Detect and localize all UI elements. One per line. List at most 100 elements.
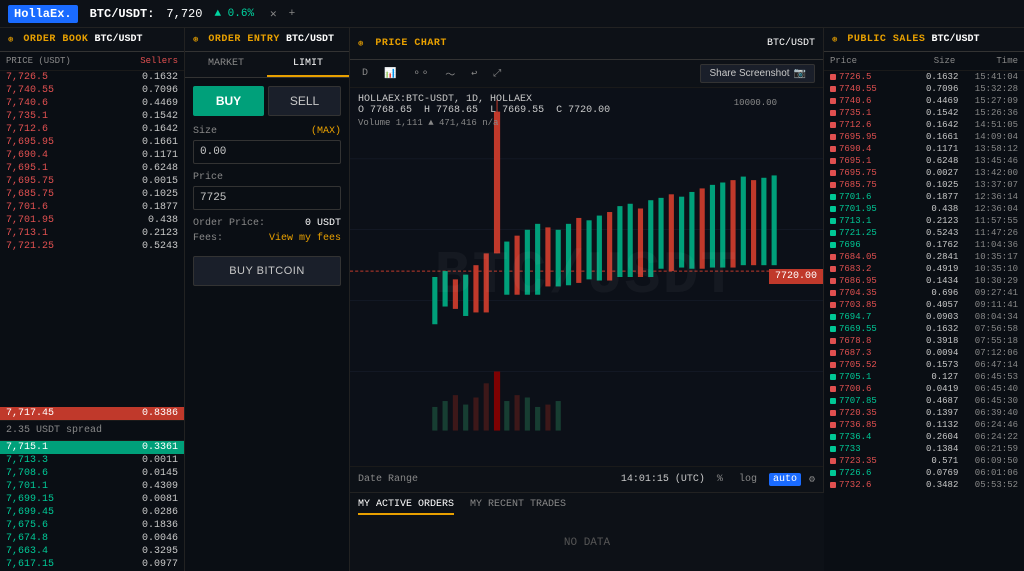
ps-row[interactable]: 7726.5 0.1632 15:41:04: [824, 71, 1024, 83]
d-button[interactable]: D: [358, 66, 372, 81]
ps-size: 0.1642: [899, 120, 959, 130]
ps-time: 15:26:36: [958, 108, 1018, 118]
ob-sell-amount: 0.1661: [92, 137, 178, 148]
tab-market[interactable]: MARKET: [185, 52, 267, 77]
ob-sell-row[interactable]: 7,695.950.1661: [0, 136, 184, 149]
percent-button[interactable]: %: [713, 473, 727, 486]
ob-sell-row[interactable]: 7,740.550.7096: [0, 84, 184, 97]
fees-link[interactable]: View my fees: [269, 233, 341, 244]
add-tab-icon[interactable]: +: [289, 8, 296, 20]
ps-size: 0.438: [899, 204, 959, 214]
ps-row[interactable]: 7705.1 0.127 06:45:53: [824, 371, 1024, 383]
tab-limit[interactable]: LIMIT: [267, 52, 349, 77]
ps-row[interactable]: 7684.05 0.2841 10:35:17: [824, 251, 1024, 263]
ob-sell-row[interactable]: 7,721.250.5243: [0, 240, 184, 253]
ps-row[interactable]: 7701.95 0.438 12:36:04: [824, 203, 1024, 215]
ps-row[interactable]: 7694.7 0.0903 08:04:34: [824, 311, 1024, 323]
log-button[interactable]: log: [735, 473, 761, 486]
ps-row[interactable]: 7683.2 0.4919 10:35:10: [824, 263, 1024, 275]
ob-sell-row[interactable]: 7,712.60.1642: [0, 123, 184, 136]
ps-row[interactable]: 7736.4 0.2604 06:24:22: [824, 431, 1024, 443]
ps-row[interactable]: 7696 0.1762 11:04:36: [824, 239, 1024, 251]
ps-row[interactable]: 7720.35 0.1397 06:39:40: [824, 407, 1024, 419]
buy-button[interactable]: BUY: [193, 86, 264, 116]
share-screenshot-button[interactable]: Share Screenshot 📷: [700, 64, 815, 83]
ob-highlighted-buy-row[interactable]: 7,715.10.3361: [0, 441, 184, 454]
ob-sell-row[interactable]: 7,685.750.1025: [0, 188, 184, 201]
tab-active-orders[interactable]: MY ACTIVE ORDERS: [358, 499, 454, 515]
ob-buy-row[interactable]: 7,663.40.3295: [0, 545, 184, 558]
ps-row[interactable]: 7669.55 0.1632 07:56:58: [824, 323, 1024, 335]
ps-row[interactable]: 7701.6 0.1877 12:36:14: [824, 191, 1024, 203]
ps-row[interactable]: 7686.95 0.1434 10:30:29: [824, 275, 1024, 287]
ob-sell-row[interactable]: 7,701.950.438: [0, 214, 184, 227]
ps-time: 13:58:12: [958, 144, 1018, 154]
auto-button[interactable]: auto: [769, 473, 801, 486]
settings-icon[interactable]: ⚙: [809, 474, 815, 486]
ob-buy-row[interactable]: 7,713.30.0011: [0, 454, 184, 467]
ps-row[interactable]: 7678.8 0.3918 07:55:18: [824, 335, 1024, 347]
price-input[interactable]: [193, 186, 341, 210]
ps-dot: [830, 158, 836, 164]
ob-sell-row[interactable]: 7,695.750.0015: [0, 175, 184, 188]
buy-bitcoin-button[interactable]: BUY BITCOIN: [193, 256, 341, 286]
ob-sell-price: 7,740.55: [6, 85, 92, 96]
undo-icon[interactable]: ↩: [467, 66, 481, 82]
ps-row[interactable]: 7695.95 0.1661 14:09:04: [824, 131, 1024, 143]
ps-row[interactable]: 7712.6 0.1642 14:51:05: [824, 119, 1024, 131]
ob-buy-row[interactable]: 7,699.450.0286: [0, 506, 184, 519]
ob-sell-row[interactable]: 7,735.10.1542: [0, 110, 184, 123]
close-icon[interactable]: ✕: [270, 7, 277, 21]
ps-row[interactable]: 7735.1 0.1542 15:26:36: [824, 107, 1024, 119]
ps-row[interactable]: 7687.3 0.0094 07:12:06: [824, 347, 1024, 359]
bar-chart-icon[interactable]: ⚬⚬: [408, 66, 433, 82]
ps-row[interactable]: 7685.75 0.1025 13:37:07: [824, 179, 1024, 191]
tab-recent-trades[interactable]: MY RECENT TRADES: [470, 499, 566, 515]
line-chart-icon[interactable]: 〜: [441, 64, 459, 84]
ps-row[interactable]: 7740.6 0.4469 15:27:09: [824, 95, 1024, 107]
ob-sell-row[interactable]: 7,695.10.6248: [0, 162, 184, 175]
ob-buy-price: 7,715.1: [6, 442, 92, 453]
ob-buy-row[interactable]: 7,701.10.4309: [0, 480, 184, 493]
size-input[interactable]: [193, 140, 341, 164]
ps-price: 7678.8: [839, 336, 899, 346]
ob-sell-row[interactable]: 7,713.10.2123: [0, 227, 184, 240]
ob-buy-row[interactable]: 7,675.60.1836: [0, 519, 184, 532]
ps-row[interactable]: 7705.52 0.1573 06:47:14: [824, 359, 1024, 371]
ps-row[interactable]: 7695.75 0.0027 13:42:00: [824, 167, 1024, 179]
ps-row[interactable]: 7732.6 0.3482 05:53:52: [824, 479, 1024, 491]
expand-icon[interactable]: ⤢: [489, 66, 505, 82]
ob-buy-row[interactable]: 7,674.80.0046: [0, 532, 184, 545]
chart-volume: Volume 1,111 ▲ 471,416 n/a: [358, 118, 616, 128]
ps-size: 0.0769: [899, 468, 959, 478]
ps-row[interactable]: 7721.25 0.5243 11:47:26: [824, 227, 1024, 239]
ob-sell-row[interactable]: 7,701.60.1877: [0, 201, 184, 214]
ob-sell-row[interactable]: 7,690.40.1171: [0, 149, 184, 162]
candlestick-icon[interactable]: 📊: [380, 66, 400, 82]
ps-row[interactable]: 7704.35 0.696 09:27:41: [824, 287, 1024, 299]
ps-row[interactable]: 7690.4 0.1171 13:58:12: [824, 143, 1024, 155]
ps-row[interactable]: 7723.35 0.571 06:09:50: [824, 455, 1024, 467]
ps-row[interactable]: 7733 0.1384 06:21:59: [824, 443, 1024, 455]
max-link[interactable]: (MAX): [311, 126, 341, 137]
ob-buy-row[interactable]: 7,699.150.0081: [0, 493, 184, 506]
ps-row[interactable]: 7707.85 0.4687 06:45:30: [824, 395, 1024, 407]
ob-sell-row[interactable]: 7,726.50.1632: [0, 71, 184, 84]
sell-button[interactable]: SELL: [268, 86, 341, 116]
ob-buy-row[interactable]: 7,708.60.0145: [0, 467, 184, 480]
ps-dot: [830, 98, 836, 104]
ps-price: 7732.6: [839, 480, 899, 490]
ob-sell-row[interactable]: 7,740.60.4469: [0, 97, 184, 110]
ps-row[interactable]: 7726.6 0.0769 06:01:06: [824, 467, 1024, 479]
ps-row[interactable]: 7700.6 0.0419 06:45:40: [824, 383, 1024, 395]
ob-column-headers: PRICE (USDT) Sellers: [0, 52, 184, 71]
ps-row[interactable]: 7713.1 0.2123 11:57:55: [824, 215, 1024, 227]
ps-row[interactable]: 7695.1 0.6248 13:45:46: [824, 155, 1024, 167]
ps-size-col-header: Size: [893, 56, 956, 66]
ps-row[interactable]: 7740.55 0.7096 15:32:28: [824, 83, 1024, 95]
ps-row[interactable]: 7703.85 0.4057 09:11:41: [824, 299, 1024, 311]
ob-buy-row[interactable]: 7,617.150.0977: [0, 558, 184, 571]
ps-dot: [830, 482, 836, 488]
ob-highlighted-sell-row[interactable]: 7,717.45 0.8386: [0, 407, 184, 420]
ps-row[interactable]: 7736.85 0.1132 06:24:46: [824, 419, 1024, 431]
